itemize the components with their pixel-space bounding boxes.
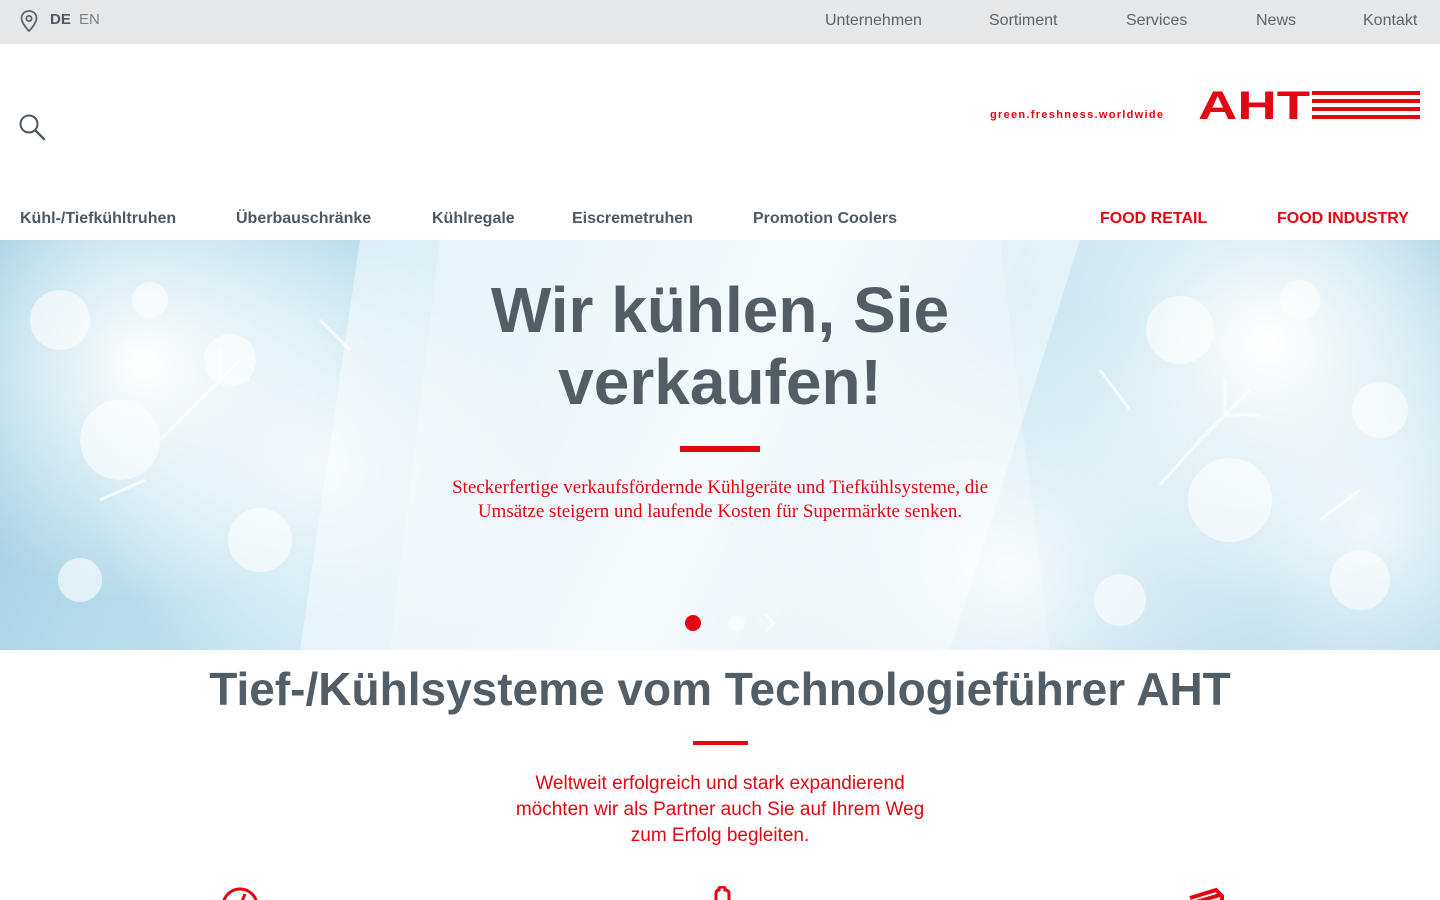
hero-slider: Wir kühlen, Sie verkaufen! Steckerfertig… — [0, 240, 1440, 650]
slider-dot-2[interactable] — [729, 615, 745, 631]
hero-text-line-1: Steckerfertige verkaufsfördernde Kühlger… — [451, 477, 989, 498]
intro-text-line-2: möchten wir als Partner auch Sie auf Ihr… — [515, 799, 925, 820]
topnav-news[interactable]: News — [1256, 12, 1296, 30]
intro-title: Tief-/Kühlsysteme vom Technologieführer … — [209, 663, 1231, 715]
search-icon[interactable] — [18, 113, 46, 141]
aht-logo-mark: AHT — [1198, 88, 1420, 124]
topnav-sortiment[interactable]: Sortiment — [989, 12, 1057, 30]
hero-title-line-1: Wir kühlen, Sie — [490, 274, 950, 346]
segment-food-retail[interactable]: FOOD RETAIL — [1100, 210, 1207, 228]
hero-title: Wir kühlen, Sie verkaufen! — [420, 274, 1020, 418]
mainnav-kuehlregale[interactable]: Kühlregale — [432, 210, 515, 228]
mainnav-ueberbauschraenke[interactable]: Überbauschränke — [236, 210, 371, 228]
mainnav-kuehltruhen[interactable]: Kühl-/Tiefkühltruhen — [20, 210, 176, 228]
topnav-kontakt[interactable]: Kontakt — [1363, 12, 1417, 30]
intro-text: Weltweit erfolgreich und stark expandier… — [470, 771, 970, 849]
topnav-unternehmen[interactable]: Unternehmen — [825, 12, 922, 30]
hero-text-line-2: Umsätze steigern und laufende Kosten für… — [477, 501, 963, 522]
truck-icon — [1189, 887, 1224, 900]
hero-text: Steckerfertige verkaufsfördernde Kühlger… — [410, 476, 1030, 524]
mainnav-eiscremetruhen[interactable]: Eiscremetruhen — [572, 210, 693, 228]
mainnav-promotion-coolers[interactable]: Promotion Coolers — [753, 210, 897, 228]
language-de[interactable]: DE — [50, 12, 71, 28]
aht-logo[interactable]: green.freshness.worldwide AHT — [990, 88, 1422, 124]
hero-title-line-2: verkaufen! — [558, 346, 882, 418]
intro-text-line-3: zum Erfolg begleiten. — [630, 825, 810, 846]
chevron-right-icon[interactable] — [760, 611, 778, 635]
hero-divider — [680, 446, 760, 452]
slider-dot-1[interactable] — [685, 615, 701, 631]
intro-divider — [693, 741, 748, 745]
segment-food-industry[interactable]: FOOD INDUSTRY — [1277, 210, 1409, 228]
location-pin-icon[interactable] — [18, 9, 40, 33]
topnav-services[interactable]: Services — [1126, 12, 1187, 30]
logo-wordmark: AHT — [1198, 88, 1310, 124]
gauge-icon — [222, 887, 258, 900]
intro-text-line-1: Weltweit erfolgreich und stark expandier… — [535, 773, 905, 794]
logo-slogan: green.freshness.worldwide — [990, 109, 1165, 121]
hand-icon — [714, 886, 731, 900]
top-bar: DE EN Unternehmen Sortiment Services New… — [0, 0, 1440, 44]
language-en[interactable]: EN — [79, 12, 100, 28]
